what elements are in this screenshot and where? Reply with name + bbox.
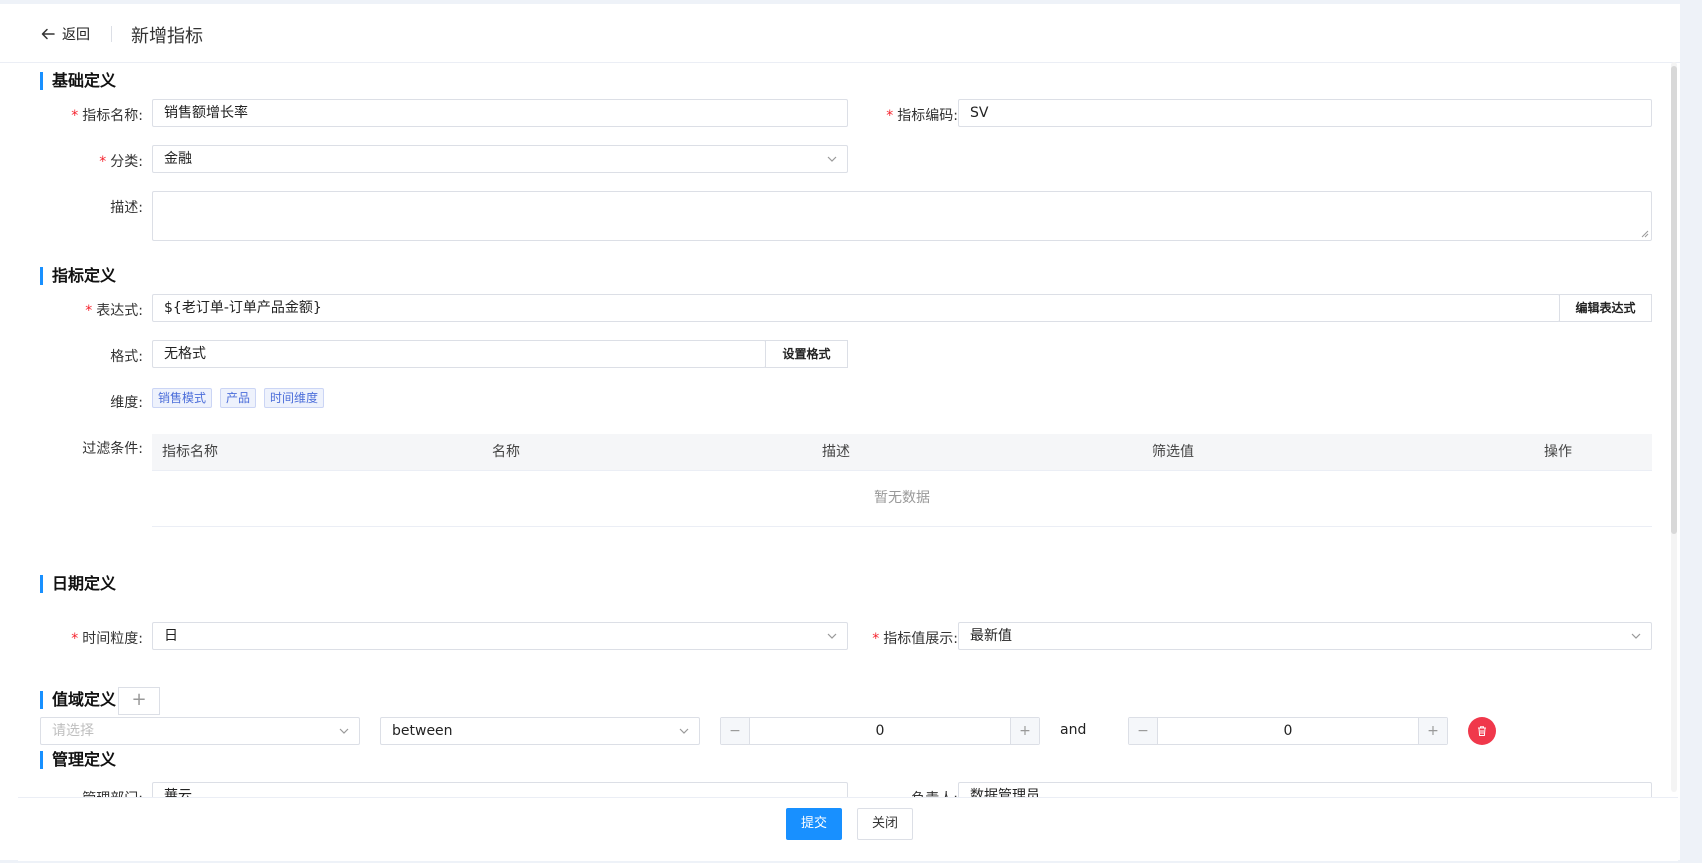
required-marker: *: [85, 303, 93, 319]
value-display-label: * 指标值展示:: [872, 631, 958, 647]
column-header: 名称: [492, 444, 520, 460]
section-title-management: 管理定义: [40, 751, 116, 769]
back-button[interactable]: 返回: [40, 24, 90, 44]
table-header: 指标名称 名称 描述 筛选值 操作: [152, 434, 1652, 471]
trash-icon: [1478, 726, 1486, 736]
empty-state: 暂无数据: [152, 471, 1652, 527]
category-label: * 分类:: [99, 154, 143, 170]
owner-input[interactable]: 数据管理员: [958, 782, 1652, 797]
chevron-down-icon: [339, 728, 349, 734]
description-textarea[interactable]: [152, 191, 1652, 241]
dimensions-label: 维度:: [110, 395, 143, 411]
increment-button[interactable]: +: [1010, 718, 1039, 744]
section-title-date: 日期定义: [40, 575, 116, 593]
owner-label: 负责人:: [838, 788, 958, 797]
section-title-range: 值域定义: [40, 691, 116, 709]
section-title-definition: 指标定义: [40, 267, 116, 285]
form-panel: 返回 新增指标 基础定义 * 指标名称: 销售额增长率 * 指标编码: SV * 分类…: [0, 4, 1680, 860]
required-marker: *: [71, 631, 79, 647]
expression-label: * 表达式:: [85, 303, 143, 319]
page-title: 新增指标: [131, 26, 203, 47]
dimension-tag[interactable]: 时间维度: [264, 388, 325, 408]
indicator-code-input[interactable]: SV: [958, 99, 1652, 127]
and-text: and: [1060, 722, 1087, 738]
code-label: * 指标编码:: [886, 108, 958, 124]
arrow-left-icon: [41, 28, 55, 40]
dimension-tag[interactable]: 产品: [220, 388, 257, 408]
range-field-select[interactable]: 请选择: [40, 717, 360, 745]
decrement-button[interactable]: −: [721, 718, 750, 744]
edit-expression-button[interactable]: 编辑表达式: [1559, 294, 1652, 322]
chevron-down-icon: [827, 156, 837, 162]
column-header: 筛选值: [1152, 444, 1194, 460]
department-input[interactable]: 華云: [152, 782, 848, 797]
department-label: 管理部门:: [38, 788, 143, 797]
dimension-tags: 销售模式 产品 时间维度: [152, 388, 332, 408]
granularity-select[interactable]: 日: [152, 622, 848, 650]
dimension-tag[interactable]: 销售模式: [152, 388, 213, 408]
granularity-label: * 时间粒度:: [71, 631, 143, 647]
chevron-down-icon: [827, 633, 837, 639]
filter-label: 过滤条件:: [82, 441, 143, 457]
indicator-name-input[interactable]: 销售额增长率: [152, 99, 848, 127]
section-title-basic: 基础定义: [40, 72, 116, 90]
filter-table: 指标名称 名称 描述 筛选值 操作 暂无数据: [152, 434, 1652, 527]
page-header: 返回 新增指标: [0, 4, 1680, 63]
column-header: 描述: [822, 444, 850, 460]
scrollbar-thumb[interactable]: [1671, 66, 1677, 534]
delete-range-button[interactable]: [1468, 717, 1496, 745]
value-display-select[interactable]: 最新值: [958, 622, 1652, 650]
form-footer: [18, 797, 1678, 861]
column-header: 指标名称: [162, 444, 218, 460]
range-min-stepper[interactable]: − 0 +: [720, 717, 1040, 745]
resize-handle-icon[interactable]: [1641, 230, 1649, 238]
required-marker: *: [872, 631, 880, 647]
required-marker: *: [71, 108, 79, 124]
required-marker: *: [99, 154, 107, 170]
format-label: 格式:: [110, 349, 143, 365]
column-header: 操作: [1544, 444, 1572, 460]
expression-input[interactable]: ${老订单-订单产品金额}: [152, 294, 1560, 322]
chevron-down-icon: [1631, 633, 1641, 639]
format-input[interactable]: 无格式: [152, 340, 766, 368]
description-label: 描述:: [110, 200, 143, 216]
name-label: * 指标名称:: [71, 108, 143, 124]
range-max-value[interactable]: 0: [1157, 718, 1419, 744]
increment-button[interactable]: +: [1418, 718, 1447, 744]
range-max-stepper[interactable]: − 0 +: [1128, 717, 1448, 745]
header-divider: [111, 26, 112, 42]
category-select[interactable]: 金融: [152, 145, 848, 173]
add-range-button[interactable]: +: [118, 687, 160, 715]
chevron-down-icon: [679, 728, 689, 734]
range-min-value[interactable]: 0: [749, 718, 1011, 744]
close-button[interactable]: 关闭: [857, 808, 913, 840]
set-format-button[interactable]: 设置格式: [765, 340, 848, 368]
submit-button[interactable]: 提交: [786, 808, 842, 840]
required-marker: *: [886, 108, 894, 124]
decrement-button[interactable]: −: [1129, 718, 1158, 744]
form-body: 基础定义 * 指标名称: 销售额增长率 * 指标编码: SV * 分类: 金融 描述:…: [18, 62, 1668, 797]
back-label: 返回: [62, 27, 90, 43]
range-operator-select[interactable]: between: [380, 717, 700, 745]
